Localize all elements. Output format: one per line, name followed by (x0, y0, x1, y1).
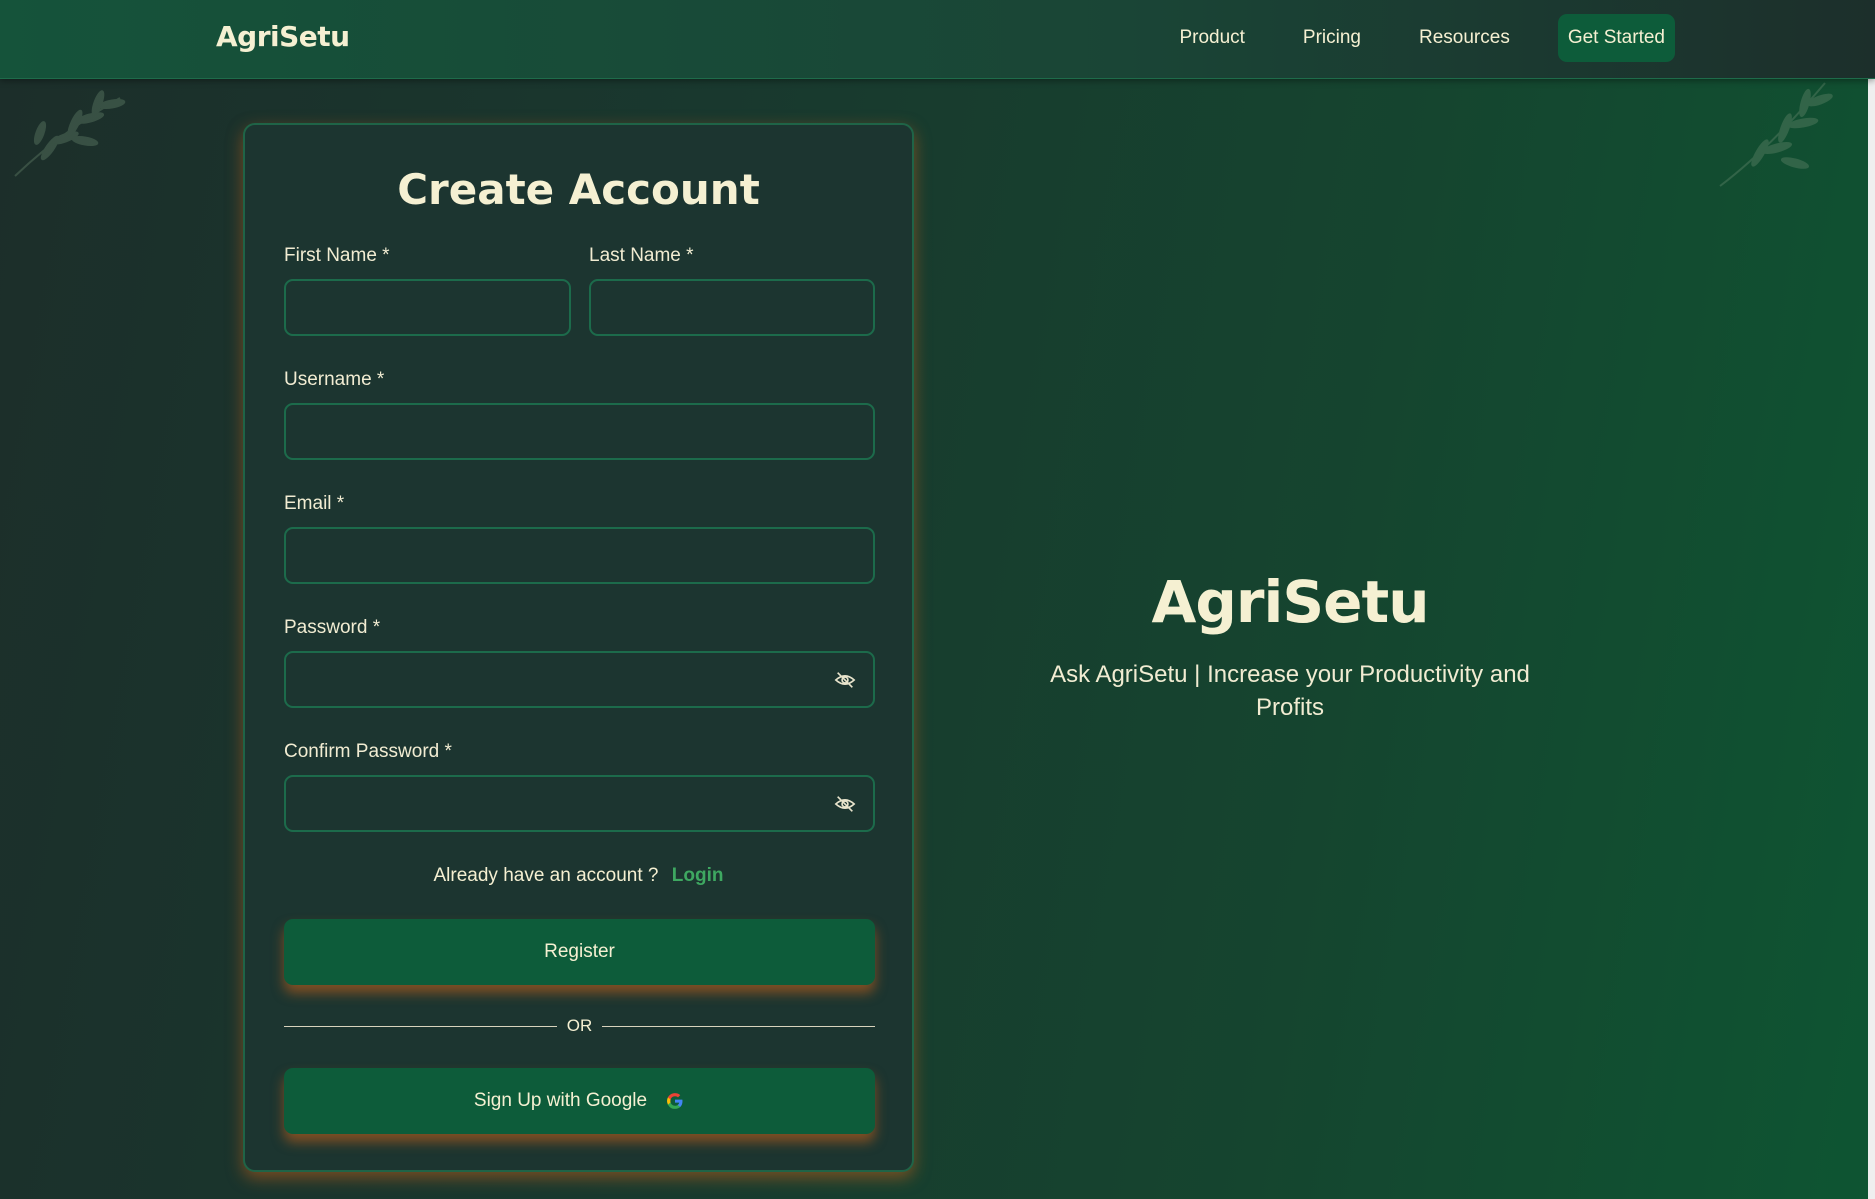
username-input[interactable] (284, 403, 875, 460)
google-signup-label: Sign Up with Google (473, 1090, 648, 1111)
register-button[interactable]: Register (284, 919, 875, 985)
nav-link-pricing[interactable]: Pricing (1303, 27, 1361, 49)
or-divider: OR (284, 1016, 875, 1036)
eye-slash-icon[interactable] (834, 793, 856, 815)
last-name-label: Last Name * (589, 245, 694, 266)
divider-line-right (602, 1025, 875, 1027)
first-name-label: First Name * (284, 245, 390, 266)
login-prompt-text: Already have an account ? (433, 865, 659, 886)
email-label: Email * (284, 493, 345, 514)
get-started-button[interactable]: Get Started (1557, 14, 1675, 62)
username-label: Username * (284, 369, 385, 390)
top-navbar: AgriSetu Product Pricing Resources Get S… (0, 0, 1875, 79)
first-name-input[interactable] (284, 279, 571, 336)
password-input[interactable] (284, 651, 875, 708)
brand-logo[interactable]: AgriSetu (216, 20, 350, 53)
confirm-password-input[interactable] (284, 775, 875, 832)
nav-links: Product Pricing Resources Get Started (1121, 14, 1675, 62)
eye-slash-icon[interactable] (834, 669, 856, 691)
google-signup-button[interactable]: Sign Up with Google (284, 1068, 875, 1134)
nav-link-product[interactable]: Product (1179, 27, 1244, 49)
google-icon (667, 1093, 683, 1109)
signup-card: Create Account First Name * Last Name * … (243, 123, 914, 1172)
password-label: Password * (284, 617, 381, 638)
divider-line-left (284, 1025, 557, 1027)
email-input[interactable] (284, 527, 875, 584)
hero-title: AgriSetu (1151, 568, 1429, 636)
hero-subtitle: Ask AgriSetu | Increase your Productivit… (1050, 661, 1530, 721)
confirm-password-label: Confirm Password * (284, 741, 452, 762)
login-prompt: Already have an account ? Login (245, 865, 912, 887)
register-button-label: Register (544, 941, 615, 962)
nav-link-resources[interactable]: Resources (1419, 27, 1510, 49)
login-link[interactable]: Login (672, 865, 724, 886)
divider-or-text: OR (566, 1016, 593, 1035)
last-name-input[interactable] (589, 279, 875, 336)
leaf-branch-icon (1719, 82, 1833, 187)
scrollbar[interactable] (1868, 78, 1875, 1199)
form-title: Create Account (397, 165, 760, 214)
leaf-branch-icon (14, 90, 126, 177)
